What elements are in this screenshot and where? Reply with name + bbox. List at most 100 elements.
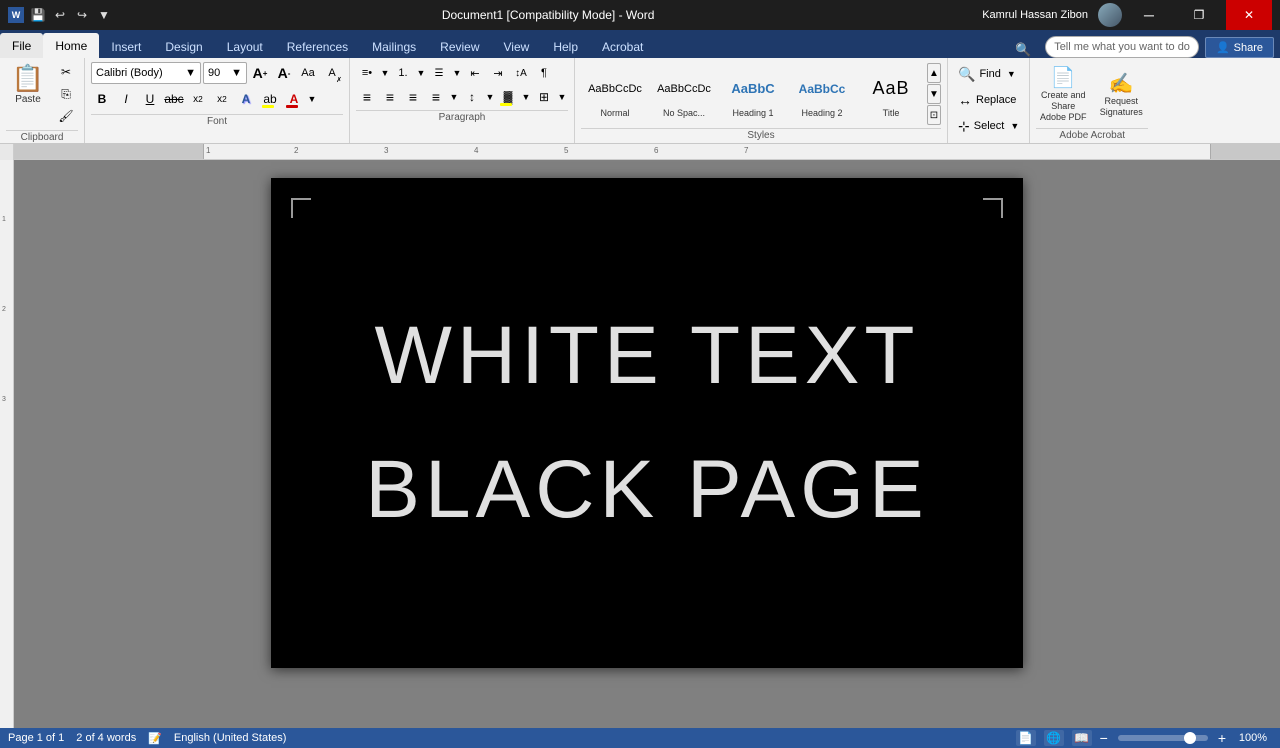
sort-button[interactable]: ↕A [510, 62, 532, 84]
show-hide-button[interactable]: ¶ [533, 62, 555, 84]
status-bar-left: Page 1 of 1 2 of 4 words 📝 English (Unit… [8, 732, 286, 745]
adobe-group: 📄 Create and ShareAdobe PDF ✍ RequestSig… [1030, 58, 1154, 143]
create-share-pdf-button[interactable]: 📄 Create and ShareAdobe PDF [1036, 62, 1090, 126]
tab-references[interactable]: References [275, 36, 360, 58]
shading-arrow[interactable]: ▼ [520, 86, 532, 108]
tab-file[interactable]: File [0, 33, 43, 58]
format-painter-button[interactable]: 🖌 [54, 106, 78, 126]
styles-group: AaBbCcDc Normal AaBbCcDc No Spac... AaBb… [575, 58, 948, 143]
style-title[interactable]: AaB Title [857, 62, 925, 126]
user-area[interactable] [1098, 3, 1122, 27]
font-color-button[interactable]: A [283, 88, 305, 110]
font-size-dropdown[interactable]: 90 ▼ [203, 62, 247, 84]
align-center-button[interactable]: ≡ [379, 86, 401, 108]
style-normal-label: Normal [600, 108, 629, 118]
style-heading1[interactable]: AaBbC Heading 1 [719, 62, 787, 126]
redo-button[interactable]: ↪ [72, 5, 92, 25]
tab-design[interactable]: Design [153, 36, 214, 58]
style-no-spacing[interactable]: AaBbCcDc No Spac... [650, 62, 718, 126]
bullets-arrow[interactable]: ▼ [379, 62, 391, 84]
share-button[interactable]: 👤 Share [1205, 37, 1274, 58]
copy-button[interactable]: ⎘ [54, 84, 78, 104]
track-changes-icon: 📝 [148, 732, 162, 745]
strikethrough-button[interactable]: abc [163, 88, 185, 110]
bold-button[interactable]: B [91, 88, 113, 110]
find-icon: 🔍 [958, 66, 975, 83]
request-signatures-button[interactable]: ✍ RequestSignatures [1094, 62, 1148, 126]
borders-button[interactable]: ⊞ [533, 86, 555, 108]
underline-button[interactable]: U [139, 88, 161, 110]
styles-scroll: ▲ ▼ ⊡ [927, 63, 941, 125]
save-button[interactable]: 💾 [28, 5, 48, 25]
line-spacing-arrow[interactable]: ▼ [484, 86, 496, 108]
zoom-thumb [1184, 732, 1196, 744]
bracket-top-right [983, 198, 1003, 218]
justify-arrow[interactable]: ▼ [448, 86, 460, 108]
subscript-button[interactable]: x2 [187, 88, 209, 110]
change-case-button[interactable]: Aa [297, 62, 319, 84]
close-button[interactable]: ✕ [1226, 0, 1272, 30]
styles-more[interactable]: ⊡ [927, 105, 941, 125]
align-right-button[interactable]: ≡ [402, 86, 424, 108]
multilevel-button[interactable]: ☰ [428, 62, 450, 84]
tab-review[interactable]: Review [428, 36, 491, 58]
style-no-spacing-label: No Spac... [663, 108, 705, 118]
font-shrink-button[interactable]: A- [273, 62, 295, 84]
tab-home[interactable]: Home [43, 33, 99, 58]
font-size-arrow: ▼ [231, 67, 242, 79]
find-arrow[interactable]: ▼ [1007, 69, 1016, 79]
tab-layout[interactable]: Layout [215, 36, 275, 58]
page-area[interactable]: WHITE TEXT BLACK PAGE [14, 160, 1280, 728]
bullets-button[interactable]: ≡• [356, 62, 378, 84]
font-color-arrow[interactable]: ▼ [307, 88, 317, 110]
styles-scroll-up[interactable]: ▲ [927, 63, 941, 83]
borders-arrow[interactable]: ▼ [556, 86, 568, 108]
read-mode-button[interactable]: 📖 [1072, 730, 1092, 746]
replace-button[interactable]: ↔ Replace [954, 88, 1023, 112]
clear-formatting-button[interactable]: A✗ [321, 62, 343, 84]
justify-button[interactable]: ≡ [425, 86, 447, 108]
paste-button[interactable]: 📋 Paste [6, 62, 50, 106]
text-effects-button[interactable]: A [235, 88, 257, 110]
tab-mailings[interactable]: Mailings [360, 36, 428, 58]
ribbon-content: 📋 Paste ✂ ⎘ 🖌 Clipboard Calibri (Body) ▼… [0, 58, 1280, 144]
restore-button[interactable]: ❐ [1176, 0, 1222, 30]
undo-button[interactable]: ↩ [50, 5, 70, 25]
decrease-indent-button[interactable]: ⇤ [464, 62, 486, 84]
style-heading2-label: Heading 2 [801, 108, 842, 118]
line-spacing-button[interactable]: ↕ [461, 86, 483, 108]
align-left-button[interactable]: ≡ [356, 86, 378, 108]
qat-dropdown-button[interactable]: ▼ [94, 5, 114, 25]
web-layout-view-button[interactable]: 🌐 [1044, 730, 1064, 746]
font-name-dropdown[interactable]: Calibri (Body) ▼ [91, 62, 201, 84]
minimize-button[interactable]: ─ [1126, 0, 1172, 30]
italic-button[interactable]: I [115, 88, 137, 110]
highlight-button[interactable]: ab [259, 88, 281, 110]
tab-acrobat[interactable]: Acrobat [590, 36, 655, 58]
tab-help[interactable]: Help [541, 36, 590, 58]
print-layout-view-button[interactable]: 📄 [1016, 730, 1036, 746]
font-grow-button[interactable]: A+ [249, 62, 271, 84]
numbering-button[interactable]: 1. [392, 62, 414, 84]
shading-button[interactable]: ▓ [497, 86, 519, 108]
numbering-arrow[interactable]: ▼ [415, 62, 427, 84]
zoom-slider[interactable] [1118, 735, 1208, 741]
styles-scroll-down[interactable]: ▼ [927, 84, 941, 104]
superscript-button[interactable]: x2 [211, 88, 233, 110]
select-button[interactable]: ⊹ Select ▼ [954, 114, 1023, 138]
zoom-in-button[interactable]: + [1218, 730, 1226, 746]
tell-me-input[interactable]: Tell me what you want to do [1045, 36, 1199, 58]
increase-indent-button[interactable]: ⇥ [487, 62, 509, 84]
ribbon-tabs: File Home Insert Design Layout Reference… [0, 30, 1280, 58]
page-content[interactable]: WHITE TEXT BLACK PAGE [271, 178, 1023, 668]
select-arrow[interactable]: ▼ [1010, 121, 1019, 131]
tab-view[interactable]: View [492, 36, 542, 58]
font-group: Calibri (Body) ▼ 90 ▼ A+ A- Aa A✗ B I U … [85, 58, 350, 143]
multilevel-arrow[interactable]: ▼ [451, 62, 463, 84]
find-button[interactable]: 🔍 Find ▼ [954, 62, 1023, 86]
tab-insert[interactable]: Insert [99, 36, 153, 58]
style-heading2[interactable]: AaBbCc Heading 2 [788, 62, 856, 126]
style-normal[interactable]: AaBbCcDc Normal [581, 62, 649, 126]
zoom-out-button[interactable]: − [1100, 730, 1108, 746]
cut-button[interactable]: ✂ [54, 62, 78, 82]
